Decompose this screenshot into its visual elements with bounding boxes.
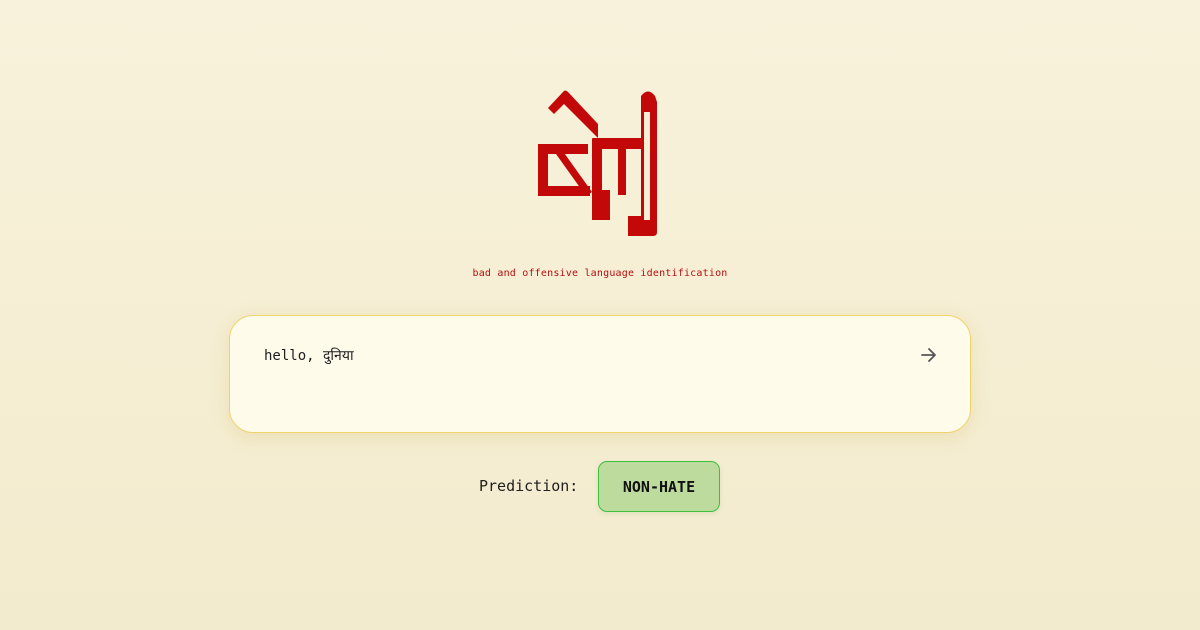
- tagline: bad and offensive language identificatio…: [472, 268, 728, 279]
- prediction-badge: NON-HATE: [598, 461, 720, 512]
- logo: [530, 82, 670, 242]
- submit-button[interactable]: [916, 342, 942, 368]
- arrow-right-icon: [921, 348, 936, 362]
- input-card: [229, 315, 971, 433]
- prediction-label: Prediction:: [479, 477, 579, 495]
- text-input[interactable]: [264, 347, 864, 365]
- logo-mark: [538, 90, 657, 236]
